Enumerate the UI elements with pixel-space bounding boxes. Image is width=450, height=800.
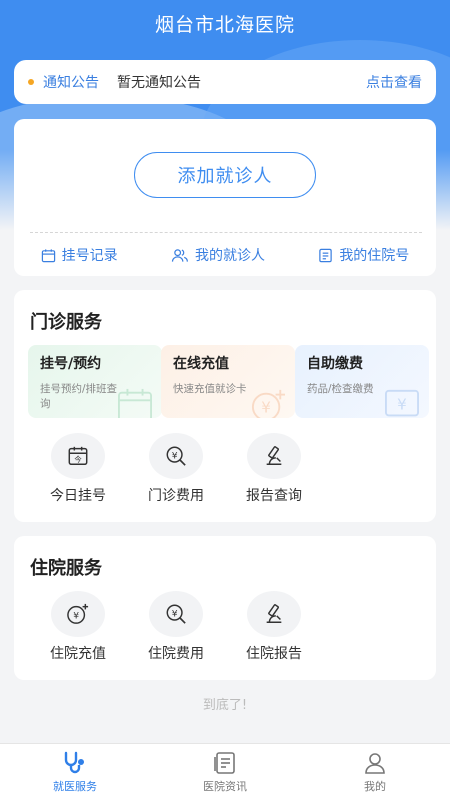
icon-label: 报告查询 <box>246 488 302 504</box>
icon-circle: ¥ <box>149 433 203 479</box>
self-payment-tile[interactable]: 自助缴费 药品/检查缴费 ¥ <box>295 345 429 418</box>
icon-circle <box>247 433 301 479</box>
tab-label: 我的 <box>364 779 386 793</box>
page-title: 烟台市北海医院 <box>154 14 295 36</box>
my-inpatient-number-label: 我的住院号 <box>339 248 410 264</box>
yen-search-icon: ¥ <box>166 604 186 624</box>
calendar-icon <box>41 248 55 262</box>
tile-subtitle: 快速充值就诊卡 <box>173 383 247 395</box>
news-icon <box>214 751 235 774</box>
icon-label: 今日挂号 <box>50 488 106 504</box>
notice-label: 通知公告 <box>43 75 99 91</box>
notice-bar[interactable]: 通知公告 暂无通知公告 点击查看 <box>14 60 436 104</box>
my-patients-label: 我的就诊人 <box>194 248 265 264</box>
svg-text:今: 今 <box>74 455 82 464</box>
tab-mine[interactable]: 我的 <box>300 744 450 800</box>
icon-label: 住院费用 <box>148 646 204 662</box>
divider <box>30 232 422 233</box>
svg-text:¥: ¥ <box>172 450 178 461</box>
user-icon <box>365 752 385 774</box>
tile-subtitle: 药品/检查缴费 <box>307 383 374 395</box>
notice-dot-icon <box>28 79 34 85</box>
stethoscope-icon <box>64 751 84 773</box>
inpatient-services-card: 住院服务 ¥ 住院充值 ¥ 住院费用 住院报告 <box>14 536 436 680</box>
calendar-icon <box>118 388 152 418</box>
patient-card: 添加就诊人 挂号记录 我的就诊人 我的住院号 <box>14 119 436 276</box>
today-registration-button[interactable]: 今 今日挂号 <box>38 433 118 505</box>
svg-text:¥: ¥ <box>261 399 271 417</box>
icon-circle: ¥ <box>51 591 105 637</box>
yen-plus-icon: ¥ <box>251 389 285 418</box>
tile-title: 自助缴费 <box>307 356 363 372</box>
registration-appointment-tile[interactable]: 挂号/预约 挂号预约/排班查询 <box>28 345 162 418</box>
outpatient-services-card: 门诊服务 挂号/预约 挂号预约/排班查询 在线充值 快速充值就诊卡 ¥ 自助缴费… <box>14 290 436 522</box>
report-query-button[interactable]: 报告查询 <box>234 433 314 505</box>
patient-links: 挂号记录 我的就诊人 我的住院号 <box>14 245 436 265</box>
online-recharge-tile[interactable]: 在线充值 快速充值就诊卡 ¥ <box>161 345 295 418</box>
users-icon <box>171 248 188 262</box>
icon-circle <box>247 591 301 637</box>
registration-records-label: 挂号记录 <box>61 248 118 264</box>
inpatient-recharge-button[interactable]: ¥ 住院充值 <box>38 591 118 663</box>
tab-medical-services[interactable]: 就医服务 <box>0 744 150 800</box>
icon-circle: ¥ <box>149 591 203 637</box>
tile-title: 在线充值 <box>173 356 229 372</box>
inpatient-report-button[interactable]: 住院报告 <box>234 591 314 663</box>
yen-screen-icon: ¥ <box>385 389 419 417</box>
tab-label: 就医服务 <box>53 779 97 793</box>
yen-search-icon: ¥ <box>166 446 186 466</box>
icon-circle: 今 <box>51 433 105 479</box>
tab-label: 医院资讯 <box>203 779 247 793</box>
microscope-icon <box>266 604 282 623</box>
add-patient-button[interactable]: 添加就诊人 <box>134 152 316 198</box>
section-title: 住院服务 <box>30 558 102 579</box>
svg-text:¥: ¥ <box>73 611 79 622</box>
notice-view-link[interactable]: 点击查看 <box>366 72 422 92</box>
my-patients-link[interactable]: 我的就诊人 <box>171 245 265 265</box>
inpatient-fees-button[interactable]: ¥ 住院费用 <box>136 591 216 663</box>
icon-label: 住院充值 <box>50 646 106 662</box>
tile-title: 挂号/预约 <box>40 356 102 372</box>
document-icon <box>319 248 333 262</box>
calendar-today-icon: 今 <box>68 446 88 465</box>
bottom-tab-bar: 就医服务 医院资讯 我的 <box>0 743 450 800</box>
yen-plus-icon: ¥ <box>67 603 89 624</box>
outpatient-fees-button[interactable]: ¥ 门诊费用 <box>136 433 216 505</box>
tab-hospital-news[interactable]: 医院资讯 <box>150 744 300 800</box>
registration-records-link[interactable]: 挂号记录 <box>41 245 118 265</box>
icon-label: 门诊费用 <box>148 488 204 504</box>
svg-text:¥: ¥ <box>397 396 407 414</box>
end-of-list-note: 到底了! <box>202 698 248 713</box>
section-title: 门诊服务 <box>30 312 102 333</box>
tile-subtitle: 挂号预约/排班查询 <box>40 383 118 410</box>
icon-label: 住院报告 <box>246 646 302 662</box>
notice-text: 暂无通知公告 <box>117 75 201 91</box>
my-inpatient-number-link[interactable]: 我的住院号 <box>318 245 409 265</box>
svg-text:¥: ¥ <box>172 608 178 619</box>
microscope-icon <box>266 446 282 465</box>
